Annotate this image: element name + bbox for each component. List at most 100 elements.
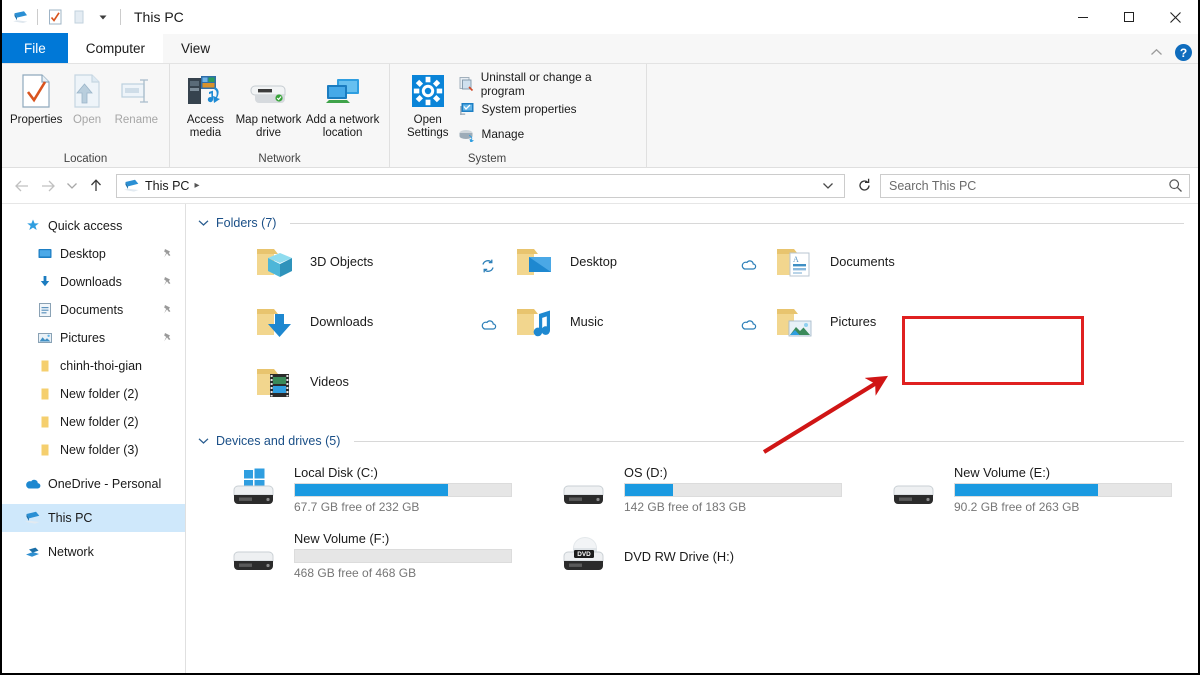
sidebar-item-quick-access[interactable]: Quick access — [2, 212, 185, 240]
add-network-location-label: Add a network location — [305, 114, 380, 139]
title-bar: This PC — [2, 0, 1198, 34]
drive-tile-local-disk-c[interactable]: Local Disk (C:) 67.7 GB free of 232 GB — [202, 456, 532, 522]
drive-info: New Volume (E:) 90.2 GB free of 263 GB — [954, 465, 1172, 514]
manage-label: Manage — [481, 127, 525, 141]
folder-icon — [36, 358, 53, 375]
sidebar-item-new-folder-2-a[interactable]: New folder (2) — [2, 380, 185, 408]
new-folder-icon[interactable] — [69, 7, 89, 27]
tab-view[interactable]: View — [163, 33, 228, 63]
sidebar-item-network[interactable]: Network — [2, 538, 185, 566]
section-header-devices[interactable]: Devices and drives (5) — [194, 428, 1198, 454]
chevron-down-icon[interactable] — [198, 219, 210, 227]
folder-tile-documents[interactable]: A Documents — [722, 236, 982, 296]
minimize-button[interactable] — [1060, 0, 1106, 34]
drive-usage-fill — [295, 483, 449, 496]
uninstall-program-label: Uninstall or change a program — [480, 70, 592, 98]
windows-drive-icon — [232, 468, 284, 510]
customize-dropdown-icon[interactable] — [93, 7, 113, 27]
open-settings-button[interactable]: Open Settings — [398, 70, 458, 140]
star-pin-icon — [24, 218, 41, 235]
sidebar-label: New folder (2) — [60, 387, 139, 401]
breadcrumb[interactable]: This PC ▸ — [116, 173, 845, 198]
folder-icon — [36, 386, 53, 403]
pin-icon[interactable] — [162, 248, 173, 260]
folder-3d-objects-icon — [252, 243, 298, 289]
system-properties-button[interactable]: System properties — [458, 99, 638, 119]
drive-info: Local Disk (C:) 67.7 GB free of 232 GB — [294, 465, 512, 514]
breadcrumb-item-this-pc[interactable]: This PC — [123, 178, 189, 194]
map-network-drive-label: Map network drive — [235, 114, 302, 139]
this-pc-icon — [24, 510, 41, 527]
folder-tile-3d-objects[interactable]: 3D Objects — [202, 236, 462, 296]
chevron-down-icon[interactable] — [198, 437, 210, 445]
tab-computer[interactable]: Computer — [67, 33, 164, 63]
drive-tile-new-volume-f[interactable]: New Volume (F:) 468 GB free of 468 GB — [202, 522, 532, 588]
drive-tile-new-volume-e[interactable]: New Volume (E:) 90.2 GB free of 263 GB — [862, 456, 1192, 522]
drive-name: Local Disk (C:) — [294, 464, 378, 480]
sidebar-item-pictures[interactable]: Pictures — [2, 324, 185, 352]
map-network-drive-button[interactable]: Map network drive — [233, 70, 304, 140]
forward-button[interactable] — [36, 173, 60, 199]
breadcrumb-dropdown-icon[interactable] — [816, 181, 840, 190]
maximize-button[interactable] — [1106, 0, 1152, 34]
uninstall-program-button[interactable]: Uninstall or change a program — [458, 70, 638, 98]
manage-button[interactable]: Manage — [458, 124, 638, 144]
up-button[interactable] — [84, 173, 108, 199]
pin-icon[interactable] — [162, 332, 173, 344]
sidebar-item-this-pc[interactable]: This PC — [2, 504, 185, 532]
sidebar-item-desktop[interactable]: Desktop — [2, 240, 185, 268]
properties-icon[interactable] — [45, 7, 65, 27]
folder-tile-downloads[interactable]: Downloads — [202, 296, 462, 356]
sidebar-label: New folder (3) — [60, 443, 139, 457]
recent-locations-button[interactable] — [62, 173, 82, 199]
navigation-pane: Quick access Desktop Downloads Documents… — [2, 204, 186, 673]
search-icon[interactable] — [1168, 178, 1183, 193]
drive-tile-dvd-rw-h[interactable]: DVD DVD RW Drive (H:) — [532, 522, 862, 588]
pin-icon[interactable] — [162, 276, 173, 288]
sidebar-item-chinh-thoi-gian[interactable]: chinh-thoi-gian — [2, 352, 185, 380]
close-button[interactable] — [1152, 0, 1198, 34]
help-button[interactable]: ? — [1175, 44, 1192, 61]
access-media-button[interactable]: Access media — [178, 70, 233, 140]
sidebar-item-new-folder-2-b[interactable]: New folder (2) — [2, 408, 185, 436]
tab-file[interactable]: File — [2, 33, 68, 63]
folder-tile-desktop[interactable]: Desktop — [462, 236, 722, 296]
folder-videos-icon — [252, 363, 298, 409]
sidebar-item-downloads[interactable]: Downloads — [2, 268, 185, 296]
folder-label: Desktop — [570, 253, 617, 269]
svg-text:A: A — [793, 255, 799, 264]
folder-tile-pictures[interactable]: Pictures — [722, 296, 982, 356]
drive-info: DVD RW Drive (H:) — [624, 547, 842, 564]
sidebar-item-documents[interactable]: Documents — [2, 296, 185, 324]
system-small-buttons: Uninstall or change a program System pro… — [458, 70, 638, 144]
back-button[interactable] — [10, 173, 34, 199]
map-network-drive-icon — [247, 72, 291, 110]
search-box[interactable] — [880, 173, 1190, 198]
pin-icon[interactable] — [162, 304, 173, 316]
drive-icon — [562, 468, 614, 510]
sidebar-label: Network — [48, 545, 94, 559]
drive-tile-os-d[interactable]: OS (D:) 142 GB free of 183 GB — [532, 456, 862, 522]
add-network-location-icon — [321, 72, 365, 110]
sidebar-item-new-folder-3[interactable]: New folder (3) — [2, 436, 185, 464]
onedrive-icon — [24, 476, 41, 493]
rename-button[interactable]: Rename — [112, 70, 161, 127]
folder-tile-music[interactable]: Music — [462, 296, 722, 356]
search-input[interactable] — [889, 178, 1168, 193]
address-bar: This PC ▸ — [2, 168, 1198, 204]
drive-free-text: 468 GB free of 468 GB — [294, 565, 417, 580]
refresh-button[interactable] — [851, 178, 878, 193]
add-network-location-button[interactable]: Add a network location — [304, 70, 381, 140]
sidebar-item-onedrive[interactable]: OneDrive - Personal — [2, 470, 185, 498]
drive-free-text: 142 GB free of 183 GB — [624, 499, 747, 514]
this-pc-icon[interactable] — [10, 7, 30, 27]
open-button[interactable]: Open — [62, 70, 111, 127]
breadcrumb-separator-icon[interactable]: ▸ — [194, 180, 199, 191]
properties-button[interactable]: Properties — [10, 70, 62, 127]
breadcrumb-label: This PC — [145, 178, 190, 193]
drive-name: OS (D:) — [624, 464, 668, 480]
section-header-folders[interactable]: Folders (7) — [194, 210, 1198, 236]
folder-tile-videos[interactable]: Videos — [202, 356, 462, 416]
chevron-up-icon[interactable] — [1146, 46, 1167, 59]
drive-name: New Volume (F:) — [294, 530, 390, 546]
